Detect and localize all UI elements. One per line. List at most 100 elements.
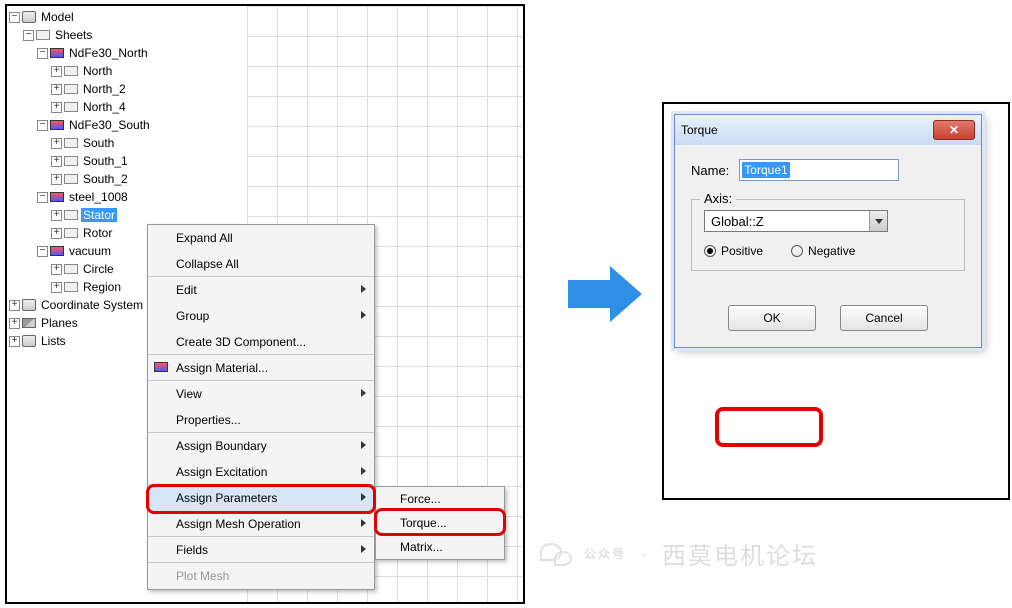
menu-assign-parameters[interactable]: Assign Parameters bbox=[148, 485, 374, 511]
expander[interactable]: + bbox=[51, 228, 62, 239]
part-icon bbox=[64, 210, 78, 220]
radio-positive[interactable]: Positive bbox=[704, 244, 763, 258]
axis-label: Axis: bbox=[700, 191, 736, 206]
expander[interactable]: + bbox=[51, 282, 62, 293]
chevron-right-icon bbox=[361, 519, 366, 527]
watermark-label: 公众号 bbox=[584, 545, 626, 562]
expander[interactable]: + bbox=[51, 138, 62, 149]
menu-assign-excitation[interactable]: Assign Excitation bbox=[148, 459, 374, 485]
chevron-right-icon bbox=[361, 311, 366, 319]
node-steel[interactable]: steel_1008 bbox=[67, 190, 130, 204]
expander[interactable]: + bbox=[51, 102, 62, 113]
menu-assign-material[interactable]: Assign Material... bbox=[148, 355, 374, 381]
expander[interactable]: + bbox=[51, 210, 62, 221]
expander[interactable]: + bbox=[9, 300, 20, 311]
menu-view[interactable]: View bbox=[148, 381, 374, 407]
node-model[interactable]: Model bbox=[39, 10, 76, 24]
part-icon bbox=[64, 228, 78, 238]
radio-icon bbox=[791, 245, 803, 257]
close-icon: ✕ bbox=[949, 123, 959, 137]
node-south[interactable]: South bbox=[81, 136, 116, 150]
part-icon bbox=[64, 156, 78, 166]
node-ndfe-north[interactable]: NdFe30_North bbox=[67, 46, 150, 60]
expander[interactable]: − bbox=[37, 246, 48, 257]
model-icon bbox=[22, 11, 36, 23]
menu-assign-mesh[interactable]: Assign Mesh Operation bbox=[148, 511, 374, 537]
expander[interactable]: + bbox=[51, 84, 62, 95]
menu-group[interactable]: Group bbox=[148, 303, 374, 329]
close-button[interactable]: ✕ bbox=[933, 120, 975, 140]
node-coord[interactable]: Coordinate System bbox=[39, 298, 145, 312]
radio-icon bbox=[704, 245, 716, 257]
submenu-force[interactable]: Force... bbox=[376, 487, 504, 511]
name-input[interactable]: Torque1 bbox=[739, 159, 899, 181]
menu-edit[interactable]: Edit bbox=[148, 277, 374, 303]
part-icon bbox=[64, 102, 78, 112]
menu-properties[interactable]: Properties... bbox=[148, 407, 374, 433]
axis-combo[interactable]: Global::Z bbox=[704, 210, 888, 232]
part-icon bbox=[64, 264, 78, 274]
expander[interactable]: + bbox=[51, 156, 62, 167]
name-value: Torque1 bbox=[742, 162, 789, 178]
expander[interactable]: − bbox=[37, 192, 48, 203]
ok-button[interactable]: OK bbox=[728, 305, 816, 331]
submenu-assign-parameters: Force... Torque... Matrix... bbox=[375, 486, 505, 560]
part-icon bbox=[64, 138, 78, 148]
node-circle[interactable]: Circle bbox=[81, 262, 116, 276]
submenu-matrix[interactable]: Matrix... bbox=[376, 535, 504, 559]
coord-icon bbox=[22, 299, 36, 311]
expander[interactable]: − bbox=[9, 12, 20, 23]
menu-fields[interactable]: Fields bbox=[148, 537, 374, 563]
submenu-torque[interactable]: Torque... bbox=[376, 511, 504, 535]
expander[interactable]: − bbox=[37, 120, 48, 131]
node-north2[interactable]: North_2 bbox=[81, 82, 128, 96]
node-south1[interactable]: South_1 bbox=[81, 154, 130, 168]
cancel-button[interactable]: Cancel bbox=[840, 305, 928, 331]
expander[interactable]: − bbox=[23, 30, 34, 41]
dialog-title: Torque bbox=[681, 123, 718, 137]
menu-create-3d[interactable]: Create 3D Component... bbox=[148, 329, 374, 355]
node-lists[interactable]: Lists bbox=[39, 334, 68, 348]
watermark-source: 西莫电机论坛 bbox=[662, 536, 818, 571]
chevron-down-icon[interactable] bbox=[869, 211, 887, 231]
chevron-right-icon bbox=[361, 441, 366, 449]
node-sheets[interactable]: Sheets bbox=[53, 28, 94, 42]
expander[interactable]: + bbox=[51, 66, 62, 77]
node-south2[interactable]: South_2 bbox=[81, 172, 130, 186]
node-planes[interactable]: Planes bbox=[39, 316, 80, 330]
material-icon bbox=[50, 120, 64, 130]
arrow-right-icon bbox=[568, 262, 644, 326]
material-icon bbox=[154, 362, 168, 372]
material-icon bbox=[50, 48, 64, 58]
expander[interactable]: + bbox=[51, 174, 62, 185]
node-ndfe-south[interactable]: NdFe30_South bbox=[67, 118, 152, 132]
menu-collapse-all[interactable]: Collapse All bbox=[148, 251, 374, 277]
expander[interactable]: − bbox=[37, 48, 48, 59]
wechat-icon bbox=[540, 540, 574, 568]
folder-icon bbox=[36, 30, 50, 40]
part-icon bbox=[64, 84, 78, 94]
axis-value: Global::Z bbox=[705, 214, 869, 229]
node-stator[interactable]: Stator bbox=[81, 208, 117, 222]
expander[interactable]: + bbox=[9, 318, 20, 329]
node-region[interactable]: Region bbox=[81, 280, 123, 294]
radio-negative[interactable]: Negative bbox=[791, 244, 855, 258]
torque-dialog: Torque ✕ Name: Torque1 Axis: Global::Z P… bbox=[674, 114, 982, 348]
chevron-right-icon bbox=[361, 389, 366, 397]
menu-assign-boundary[interactable]: Assign Boundary bbox=[148, 433, 374, 459]
highlight-ring bbox=[715, 407, 823, 447]
node-vacuum[interactable]: vacuum bbox=[67, 244, 113, 258]
node-north4[interactable]: North_4 bbox=[81, 100, 128, 114]
part-icon bbox=[64, 66, 78, 76]
part-icon bbox=[64, 282, 78, 292]
node-rotor[interactable]: Rotor bbox=[81, 226, 114, 240]
expander[interactable]: + bbox=[51, 264, 62, 275]
material-icon bbox=[50, 246, 64, 256]
chevron-right-icon bbox=[361, 545, 366, 553]
node-north[interactable]: North bbox=[81, 64, 114, 78]
dialog-frame: Torque ✕ Name: Torque1 Axis: Global::Z P… bbox=[662, 102, 1010, 500]
chevron-right-icon bbox=[361, 285, 366, 293]
menu-expand-all[interactable]: Expand All bbox=[148, 225, 374, 251]
context-menu: Expand All Collapse All Edit Group Creat… bbox=[147, 224, 375, 590]
expander[interactable]: + bbox=[9, 336, 20, 347]
